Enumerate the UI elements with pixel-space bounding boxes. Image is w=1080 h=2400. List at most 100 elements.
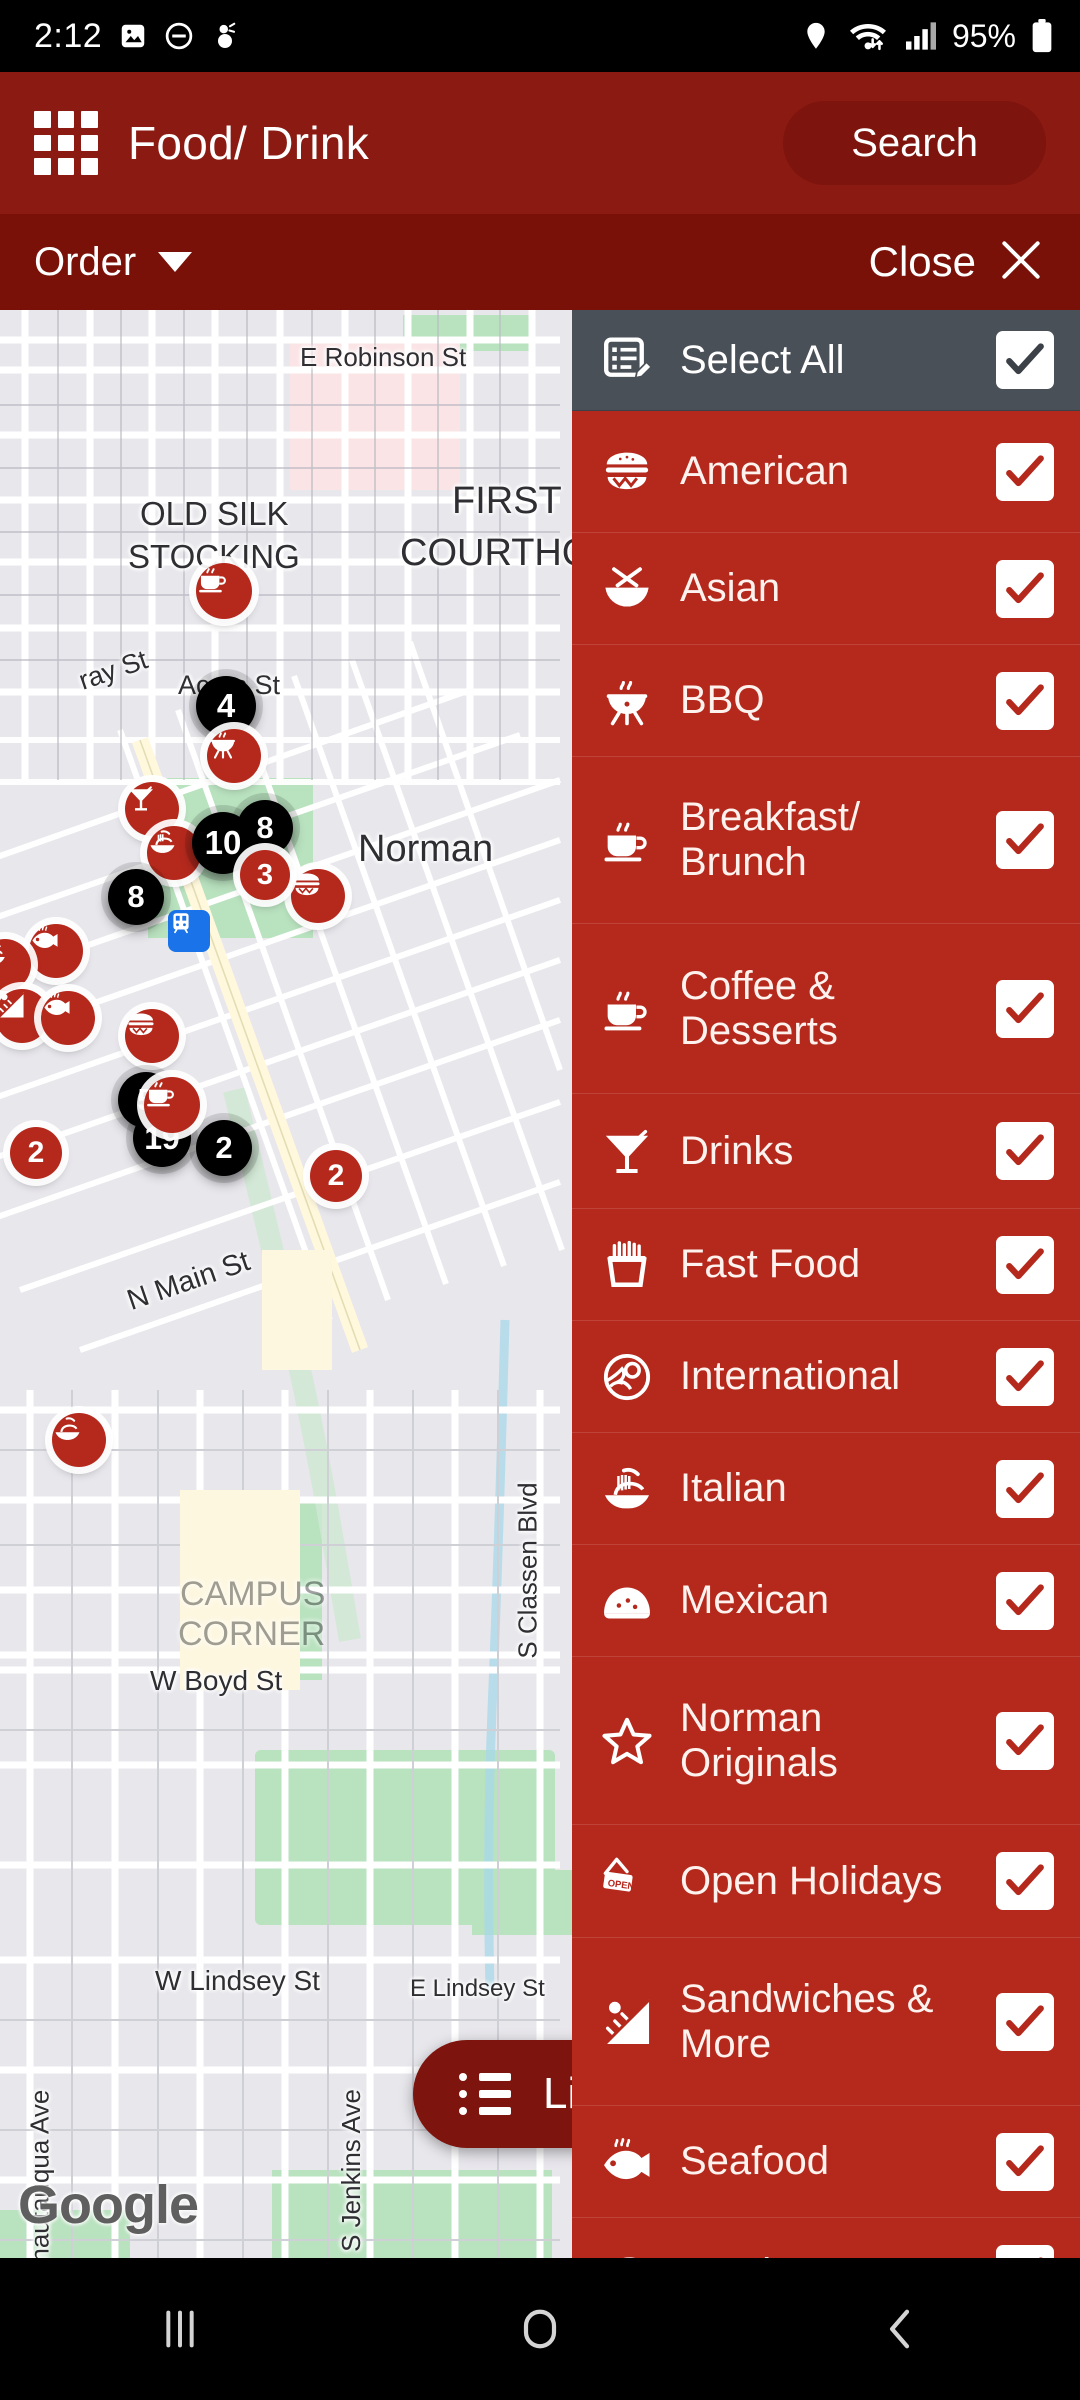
do-not-disturb-icon <box>164 21 194 51</box>
checkbox-breakfast-brunch[interactable] <box>996 811 1054 869</box>
grid-menu-icon[interactable] <box>34 111 98 175</box>
cluster-count: 2 <box>27 1136 45 1169</box>
checkbox-steak[interactable] <box>996 2244 1054 2258</box>
filter-label-sandwiches-more: Sandwiches & More <box>680 1976 934 2066</box>
filter-row-seafood[interactable]: Seafood <box>572 2106 1080 2218</box>
street-label: Norman <box>358 828 494 870</box>
map-marker-italian-3[interactable] <box>52 1413 106 1467</box>
cluster-count: 2 <box>215 1130 233 1165</box>
map-marker-bbq[interactable] <box>207 729 261 783</box>
filter-row-breakfast-brunch[interactable]: Breakfast/ Brunch <box>572 757 1080 924</box>
location-pin-icon <box>800 20 832 52</box>
cluster-count: 4 <box>216 687 236 724</box>
wifi-icon <box>846 20 890 52</box>
checkbox-coffee-desserts[interactable] <box>996 979 1054 1038</box>
filter-row-international[interactable]: International <box>572 1321 1080 1433</box>
filter-label-norman-originals: Norman Originals <box>680 1695 838 1785</box>
filter-label-asian: Asian <box>680 566 781 611</box>
cluster-count: 8 <box>127 879 145 914</box>
status-clock: 2:12 <box>34 16 103 55</box>
page-title: Food/ Drink <box>128 117 370 169</box>
checkbox-fast-food[interactable] <box>996 1235 1054 1294</box>
checkbox-seafood[interactable] <box>996 2132 1054 2191</box>
phone-screen: 2:12 95% Food/ Drink Search Order Close … <box>0 0 1080 2400</box>
map-marker-american-2[interactable] <box>125 1009 179 1063</box>
filter-label-select-all: Select All <box>680 337 845 382</box>
checkbox-bbq[interactable] <box>996 671 1054 730</box>
coffee-cup-icon <box>596 978 658 1040</box>
filter-label-steak: Steak <box>680 2251 996 2258</box>
checkbox-mexican[interactable] <box>996 1571 1054 1630</box>
google-attribution: Google <box>18 2175 199 2235</box>
filter-row-select-all[interactable]: Select All <box>572 310 1080 411</box>
filter-row-drinks[interactable]: Drinks <box>572 1094 1080 1209</box>
map-marker-coffee-2[interactable] <box>144 1077 200 1133</box>
map-cluster-4[interactable]: 4 <box>196 676 256 736</box>
cluster-count: 10 <box>204 824 242 861</box>
globe-icon <box>596 1346 658 1408</box>
battery-icon <box>1030 19 1054 53</box>
app-header: Food/ Drink Search <box>0 72 1080 214</box>
map-marker-american[interactable] <box>291 869 345 923</box>
checkbox-select-all[interactable] <box>996 331 1054 389</box>
status-bar: 2:12 95% <box>0 0 1080 72</box>
filter-row-asian[interactable]: Asian <box>572 533 1080 645</box>
map-cluster-2[interactable]: 2 <box>196 1120 252 1176</box>
filter-row-norman-originals[interactable]: Norman Originals <box>572 1657 1080 1825</box>
street-label: E Lindsey St <box>410 1975 545 2002</box>
map-cluster-2b[interactable]: 2 <box>10 1127 62 1179</box>
checkbox-international[interactable] <box>996 1347 1054 1406</box>
list-edit-icon <box>596 329 658 391</box>
checkbox-sandwiches-more[interactable] <box>996 1992 1054 2051</box>
search-button[interactable]: Search <box>783 101 1046 185</box>
filter-row-coffee-desserts[interactable]: Coffee & Desserts <box>572 924 1080 1094</box>
order-bar: Order Close <box>0 214 1080 310</box>
cluster-count: 2 <box>327 1159 345 1192</box>
map-marker-seafood-2[interactable] <box>41 991 95 1045</box>
filter-label-italian: Italian <box>680 1466 787 1511</box>
open-sign-icon: OPEN <box>596 1850 658 1912</box>
checkbox-norman-originals[interactable] <box>996 1711 1054 1770</box>
cocktail-icon <box>596 1120 658 1182</box>
filter-row-american[interactable]: American <box>572 411 1080 533</box>
status-bar-right: 95% <box>800 18 1054 55</box>
image-icon <box>118 21 148 51</box>
sandwich-icon <box>596 1991 658 2053</box>
filter-label-drinks: Drinks <box>680 1128 794 1173</box>
street-label: E Robinson St <box>300 342 467 372</box>
back-icon[interactable] <box>720 2301 1080 2357</box>
checkbox-asian[interactable] <box>996 559 1054 618</box>
street-label: S Jenkins Ave <box>335 2089 366 2252</box>
filter-label-international: International <box>680 1354 901 1399</box>
map-cluster-8b[interactable]: 8 <box>108 869 164 925</box>
filter-row-italian[interactable]: Italian <box>572 1433 1080 1545</box>
map-cluster-2c[interactable]: 2 <box>310 1150 362 1202</box>
taco-icon <box>596 1570 658 1632</box>
filter-row-fast-food[interactable]: Fast Food <box>572 1209 1080 1321</box>
street-label: S Classen Blvd <box>512 1482 543 1659</box>
map-marker-seafood[interactable] <box>29 924 83 978</box>
filter-row-steak[interactable]: Steak <box>572 2218 1080 2258</box>
filter-row-sandwiches-more[interactable]: Sandwiches & More <box>572 1938 1080 2106</box>
checkbox-american[interactable] <box>996 442 1054 501</box>
map-cluster-3[interactable]: 3 <box>240 850 290 900</box>
map-marker-coffee[interactable] <box>196 563 252 619</box>
checkbox-italian[interactable] <box>996 1459 1054 1518</box>
filter-row-mexican[interactable]: Mexican <box>572 1545 1080 1657</box>
close-x-icon <box>996 235 1046 290</box>
close-button[interactable]: Close <box>869 235 1046 290</box>
transit-station-icon[interactable] <box>168 910 210 952</box>
cluster-count: 3 <box>256 858 274 891</box>
checkbox-open-holidays[interactable] <box>996 1852 1054 1910</box>
star-icon <box>596 1710 658 1772</box>
filter-row-open-holidays[interactable]: OPEN Open Holidays <box>572 1825 1080 1938</box>
filter-label-coffee-desserts: Coffee & Desserts <box>680 963 838 1053</box>
order-dropdown[interactable]: Order <box>34 240 193 285</box>
checkbox-drinks[interactable] <box>996 1122 1054 1180</box>
svg-text:OPEN: OPEN <box>607 1878 635 1893</box>
filter-label-seafood: Seafood <box>680 2139 830 2184</box>
recents-icon[interactable] <box>0 2301 360 2357</box>
home-icon[interactable] <box>360 2301 720 2357</box>
category-filter-panel: Select All American Asian BBQ Breakfast/… <box>572 310 1080 2258</box>
filter-row-bbq[interactable]: BBQ <box>572 645 1080 757</box>
